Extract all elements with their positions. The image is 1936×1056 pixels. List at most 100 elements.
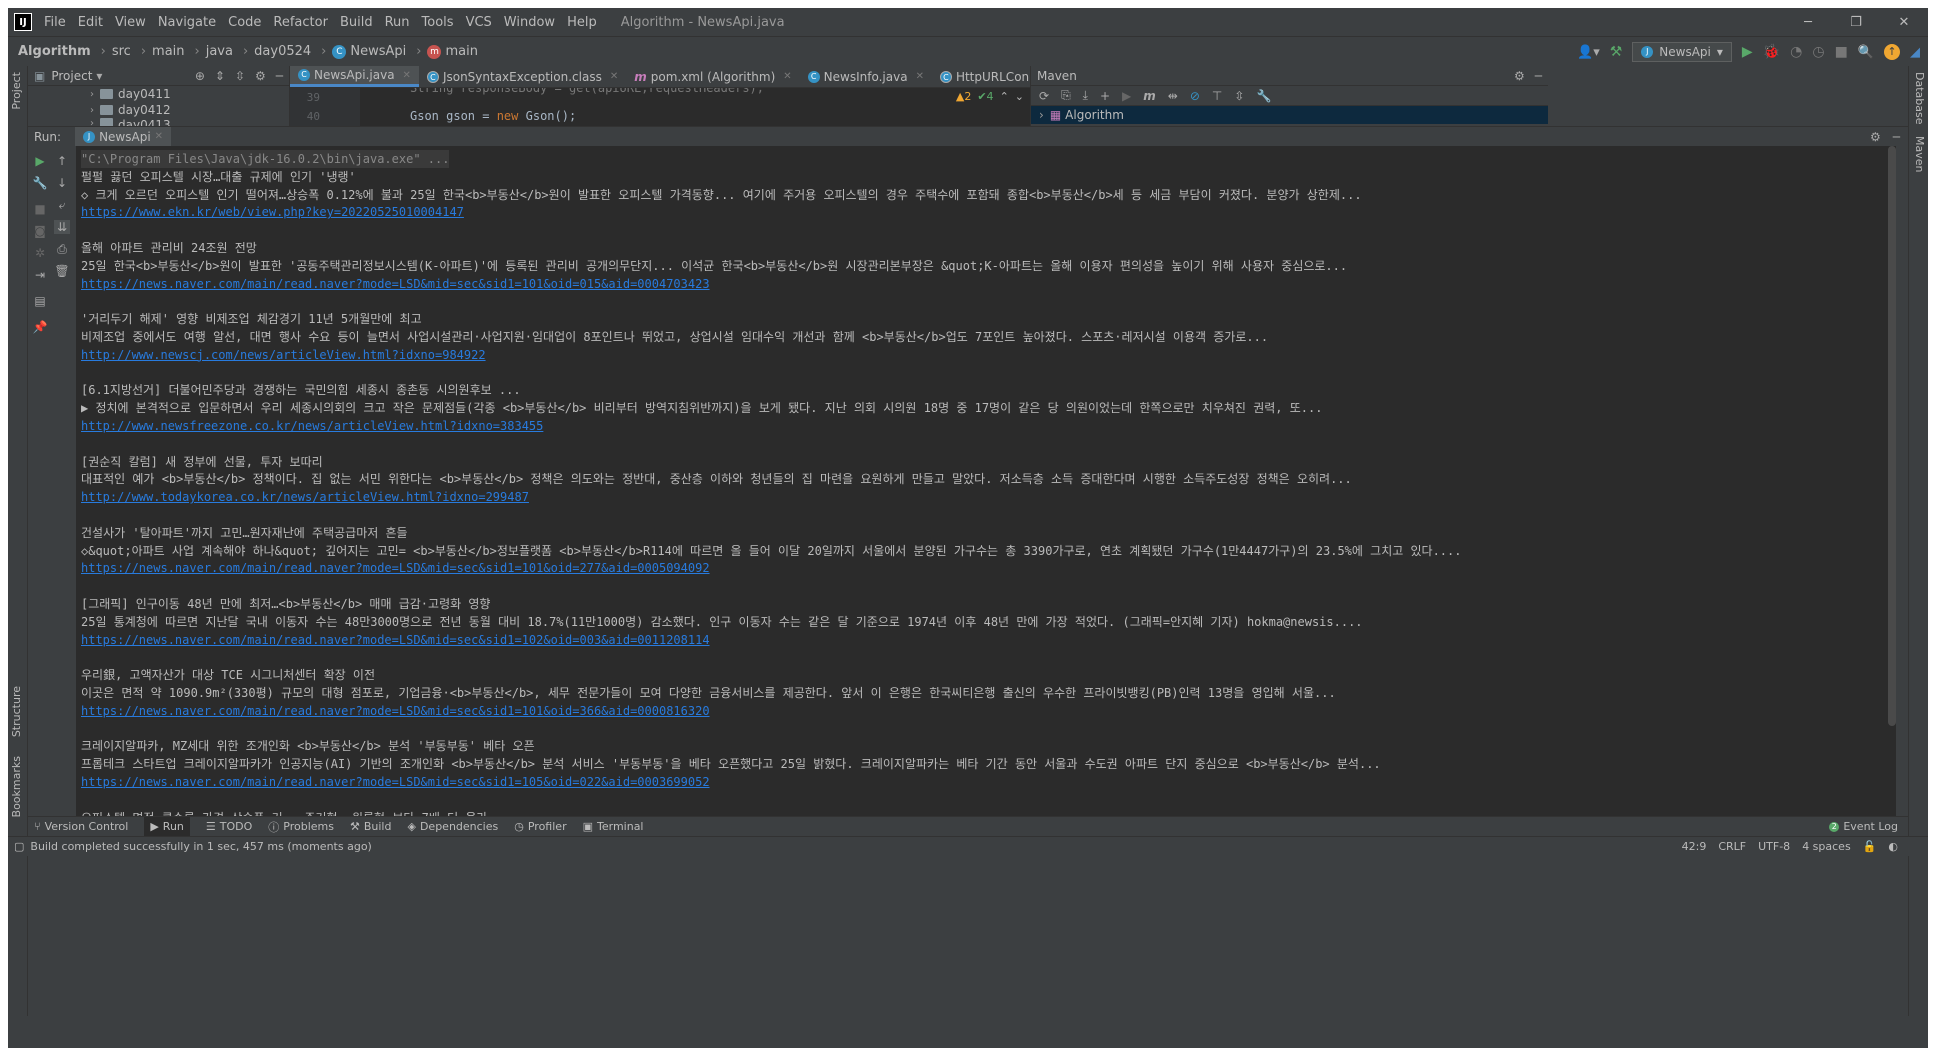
run-configuration-select[interactable]: J NewsApi ▾ [1632, 42, 1732, 62]
chevron-down-icon[interactable]: ⌄ [1015, 90, 1024, 103]
menu-vcs[interactable]: VCS [460, 15, 498, 30]
execute-goal-icon[interactable]: m [1143, 89, 1156, 103]
exit-icon[interactable]: ⇥ [32, 268, 48, 282]
chevron-right-icon[interactable]: › [90, 105, 94, 116]
tab-jsonsyntaxexception-class[interactable]: C JsonSyntaxException.class ✕ [419, 66, 626, 87]
ide-features-icon[interactable]: ◢ [1910, 45, 1920, 60]
build-hammer-icon[interactable]: ⚒ [1610, 44, 1623, 60]
caret-position[interactable]: 42:9 [1682, 840, 1707, 853]
tool-todo[interactable]: ☰ TODO [206, 820, 252, 833]
rerun-icon[interactable]: ▶ [32, 154, 48, 168]
add-icon[interactable]: + [1100, 89, 1110, 103]
scroll-down-icon[interactable]: ↓ [54, 176, 70, 190]
print-icon[interactable]: ⎙ [54, 242, 70, 257]
chevron-right-icon[interactable]: › [90, 89, 94, 100]
maven-project-item[interactable]: › ▦ Algorithm [1031, 106, 1548, 124]
console-link[interactable]: http://www.todaykorea.co.kr/news/article… [81, 488, 529, 506]
console-link[interactable]: https://news.naver.com/main/read.naver?m… [81, 773, 710, 791]
memory-icon[interactable]: ◐ [1888, 840, 1898, 853]
expand-all-icon[interactable]: ⇕ [215, 69, 225, 83]
collapse-all-icon[interactable]: ⇳ [235, 69, 245, 83]
tool-problems[interactable]: ⓘ Problems [268, 819, 334, 835]
console-link[interactable]: https://news.naver.com/main/read.naver?m… [81, 275, 710, 293]
show-dependencies-icon[interactable]: ⊤ [1212, 89, 1222, 103]
menu-tools[interactable]: Tools [416, 15, 460, 30]
soft-wrap-icon[interactable]: ⤶ [54, 198, 70, 213]
hide-icon[interactable]: ─ [276, 69, 283, 83]
menu-view[interactable]: View [109, 15, 152, 30]
breadcrumb-method[interactable]: main [445, 44, 477, 59]
scroll-up-icon[interactable]: ↑ [54, 154, 70, 168]
menu-code[interactable]: Code [222, 15, 267, 30]
breadcrumb-main[interactable]: main [152, 44, 184, 59]
wrench-icon[interactable]: 🔧 [1256, 89, 1271, 103]
console-link[interactable]: https://news.naver.com/main/read.naver?m… [81, 559, 710, 577]
tree-item[interactable]: › day0411 [28, 86, 289, 102]
wrench-icon[interactable]: 🔧 [32, 176, 48, 190]
scroll-to-end-icon[interactable]: ⇊ [54, 220, 70, 234]
menu-window[interactable]: Window [498, 15, 561, 30]
update-icon[interactable]: ↑ [1884, 44, 1900, 60]
user-icon[interactable]: 👤▾ [1577, 45, 1600, 60]
hide-icon[interactable]: ─ [1535, 69, 1542, 83]
gear-icon[interactable]: ⚙ [255, 69, 266, 83]
tab-pom-xml[interactable]: m pom.xml (Algorithm) ✕ [626, 66, 799, 87]
breadcrumb-src[interactable]: src [112, 44, 131, 59]
maven-tool-label[interactable]: Maven [1913, 136, 1926, 172]
console-link[interactable]: https://www.ekn.kr/web/view.php?key=2022… [81, 203, 464, 221]
collapse-all-icon[interactable]: ⇳ [1234, 89, 1244, 103]
breadcrumb-class[interactable]: NewsApi [350, 44, 406, 59]
project-panel-title[interactable]: Project [51, 69, 92, 83]
tool-terminal[interactable]: ▣ Terminal [583, 820, 644, 833]
chevron-right-icon[interactable]: › [1039, 108, 1044, 122]
generate-sources-icon[interactable]: ⎘ [1061, 88, 1071, 103]
download-icon[interactable]: ⤓ [1083, 88, 1088, 103]
tool-build[interactable]: ⚒ Build [350, 820, 392, 833]
line-separator[interactable]: CRLF [1718, 840, 1746, 853]
close-tab-icon[interactable]: ✕ [403, 70, 411, 81]
breadcrumb-project[interactable]: Algorithm [18, 44, 91, 59]
run-maven-icon[interactable]: ▶ [1122, 89, 1131, 103]
console-link[interactable]: https://news.naver.com/main/read.naver?m… [81, 631, 710, 649]
menu-build[interactable]: Build [334, 15, 379, 30]
tab-newsinfo-java[interactable]: C NewsInfo.java ✕ [800, 66, 932, 87]
tree-item[interactable]: › day0412 [28, 102, 289, 118]
restore-layout-icon[interactable]: ✲ [32, 246, 48, 260]
hide-icon[interactable]: ─ [1893, 130, 1900, 144]
tool-run[interactable]: ▶ Run [144, 816, 190, 837]
status-message[interactable]: Build completed successfully in 1 sec, 4… [30, 840, 371, 853]
menu-refactor[interactable]: Refactor [267, 15, 334, 30]
profile-icon[interactable]: ◷ [1812, 44, 1824, 60]
trash-icon[interactable]: 🗑 [54, 264, 70, 278]
console-scrollbar[interactable] [1888, 146, 1896, 726]
menu-edit[interactable]: Edit [72, 15, 109, 30]
camera-icon[interactable]: ◙ [32, 224, 48, 238]
search-icon[interactable]: 🔍 [1858, 45, 1874, 60]
project-tool-label[interactable]: Project [10, 72, 23, 110]
run-tab[interactable]: J NewsApi ✕ [75, 126, 172, 147]
minimize-icon[interactable]: ─ [1784, 8, 1832, 36]
coverage-icon[interactable]: ◔ [1790, 44, 1802, 60]
database-tool-label[interactable]: Database [1913, 72, 1926, 125]
breadcrumb-java[interactable]: java [206, 44, 233, 59]
close-tab-icon[interactable]: ✕ [155, 131, 163, 142]
pin-icon[interactable]: 📌 [32, 320, 48, 334]
layout-icon[interactable]: ▤ [32, 294, 48, 308]
console-link[interactable]: http://www.newsfreezone.co.kr/news/artic… [81, 417, 543, 435]
close-tab-icon[interactable]: ✕ [610, 71, 618, 82]
skip-tests-icon[interactable]: ⊘ [1190, 89, 1200, 103]
stop-icon[interactable]: ■ [32, 202, 48, 216]
console-link[interactable]: http://www.newscj.com/news/articleView.h… [81, 346, 486, 364]
menu-file[interactable]: File [38, 15, 72, 30]
close-icon[interactable]: ✕ [1880, 8, 1928, 36]
lock-icon[interactable]: 🔓 [1863, 840, 1877, 853]
event-log-button[interactable]: 2 Event Log [1829, 820, 1908, 833]
chevron-right-icon[interactable]: › [90, 118, 94, 126]
menu-run[interactable]: Run [379, 15, 416, 30]
gear-icon[interactable]: ⚙ [1870, 130, 1881, 144]
menu-help[interactable]: Help [561, 15, 603, 30]
status-panel-icon[interactable]: ▢ [14, 840, 24, 853]
reload-icon[interactable]: ⟳ [1039, 89, 1049, 103]
file-encoding[interactable]: UTF-8 [1758, 840, 1790, 853]
tool-profiler[interactable]: ◷ Profiler [514, 820, 566, 833]
